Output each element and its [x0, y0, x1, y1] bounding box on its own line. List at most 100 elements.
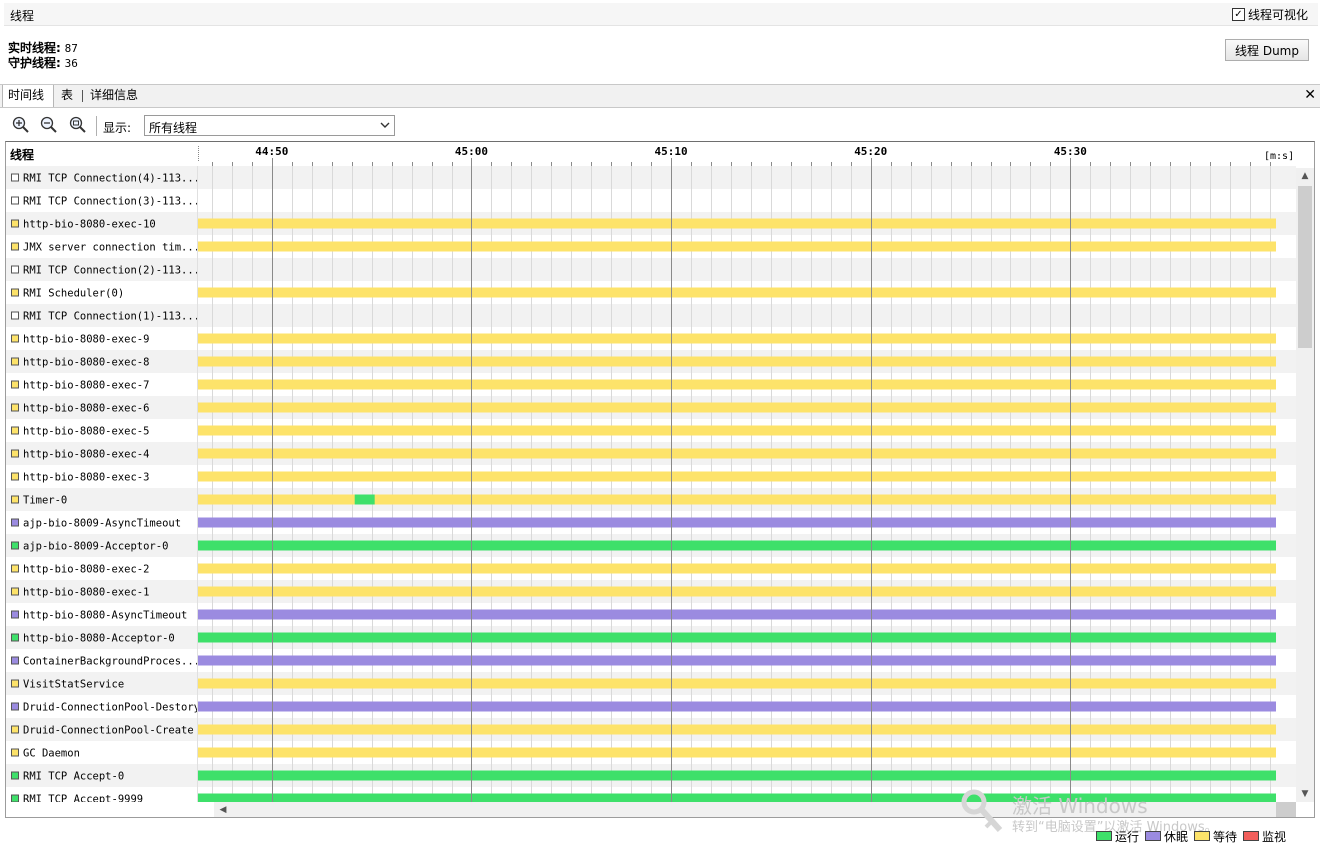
- scroll-up-icon[interactable]: ▲: [1296, 168, 1314, 184]
- thread-state-bar: [198, 540, 1276, 551]
- thread-state-bar: [198, 724, 1276, 735]
- zoom-fit-icon[interactable]: [68, 115, 88, 135]
- panel-title-bar: 线程 ✓ 线程可视化: [4, 3, 1318, 26]
- thread-name[interactable]: ajp-bio-8009-AsyncTimeout: [23, 518, 181, 530]
- thread-name[interactable]: http-bio-8080-exec-7: [23, 380, 149, 392]
- thread-state-swatch: [11, 564, 19, 573]
- thread-name[interactable]: ajp-bio-8009-Acceptor-0: [23, 541, 168, 553]
- legend-sleep-swatch: [1145, 831, 1162, 841]
- thread-state-bar: [198, 701, 1276, 712]
- thread-name[interactable]: RMI TCP Accept-9999: [23, 794, 143, 806]
- thread-column-header: 线程: [10, 147, 34, 162]
- thread-state-bar: [198, 448, 1276, 459]
- thread-dump-button[interactable]: 线程 Dump: [1225, 39, 1309, 61]
- tab-timeline[interactable]: 时间线: [2, 85, 54, 107]
- legend-monitor-label: 监视: [1262, 829, 1287, 844]
- thread-name[interactable]: JMX server connection tim...: [23, 242, 200, 254]
- axis-tick-label: 45:30: [1054, 145, 1087, 158]
- thread-name[interactable]: http-bio-8080-exec-8: [23, 357, 149, 369]
- thread-name[interactable]: http-bio-8080-exec-3: [23, 472, 149, 484]
- thread-state-swatch: [11, 495, 19, 504]
- tab-table[interactable]: 表: [56, 85, 78, 107]
- scroll-left-icon[interactable]: ◀: [216, 802, 230, 817]
- daemon-threads-row: 守护线程: 36: [8, 56, 78, 71]
- timeline-toolbar: 显示: 所有线程: [0, 113, 1320, 139]
- tab-strip: 时间线 表 详细信息 ✕: [0, 84, 1320, 108]
- thread-state-bar: [198, 609, 1276, 620]
- thread-state-bar: [198, 586, 1276, 597]
- thread-state-swatch: [11, 380, 19, 389]
- thread-name[interactable]: Timer-0: [23, 495, 67, 507]
- timeline-panel: 线程 [m:s] RMI TCP Connection(4)-113... RMI T…: [5, 141, 1315, 818]
- thread-state-swatch: [11, 426, 19, 435]
- checkbox-check-icon[interactable]: ✓: [1231, 8, 1245, 21]
- horizontal-scroll-thumb[interactable]: [232, 804, 1272, 816]
- thread-state-bar: [198, 747, 1276, 758]
- thread-state-swatch: [11, 610, 19, 619]
- vertical-scroll-thumb[interactable]: [1298, 186, 1312, 348]
- vertical-scrollbar[interactable]: ▲ ▼: [1296, 168, 1314, 802]
- thread-state-swatch: [11, 334, 19, 343]
- thread-run-segment: [354, 494, 375, 505]
- tab-details[interactable]: 详细信息: [85, 85, 143, 107]
- thread-name[interactable]: RMI TCP Connection(4)-113...: [23, 173, 200, 185]
- thread-state-swatch: [11, 219, 19, 228]
- toolbar-divider: [96, 116, 97, 136]
- show-filter-value: 所有线程: [149, 121, 198, 135]
- thread-state-swatch: [11, 794, 19, 802]
- thread-name[interactable]: http-bio-8080-exec-10: [23, 219, 156, 231]
- thread-state-swatch: [11, 656, 19, 665]
- thread-name[interactable]: http-bio-8080-exec-2: [23, 564, 149, 576]
- thread-name[interactable]: Druid-ConnectionPool-Create: [23, 725, 194, 737]
- horizontal-scrollbar[interactable]: ◀: [214, 802, 1296, 817]
- axis-tick-label: 45:00: [455, 145, 488, 158]
- thread-state-bar: [198, 655, 1276, 666]
- thread-state-swatch: [11, 771, 19, 780]
- thread-name[interactable]: GC Daemon: [23, 748, 80, 760]
- live-threads-value: 87: [64, 42, 78, 55]
- thread-state-swatch: [11, 702, 19, 711]
- thread-name[interactable]: RMI TCP Connection(3)-113...: [23, 196, 200, 208]
- thread-name[interactable]: RMI TCP Connection(2)-113...: [23, 265, 200, 277]
- thread-name[interactable]: http-bio-8080-exec-5: [23, 426, 149, 438]
- live-threads-row: 实时线程: 87: [8, 41, 78, 56]
- axis-tick-label: 45:10: [655, 145, 688, 158]
- show-filter-select[interactable]: 所有线程: [144, 115, 395, 136]
- thread-stats: 实时线程: 87 守护线程: 36: [8, 41, 78, 71]
- thread-state-swatch: [11, 265, 19, 274]
- thread-state-bar: [198, 770, 1276, 781]
- thread-timeline-chart: 线程 [m:s]RMI TCP Connection(4)-113...RMI T…: [6, 142, 1314, 806]
- thread-name[interactable]: http-bio-8080-exec-6: [23, 403, 149, 415]
- zoom-in-icon[interactable]: [11, 115, 31, 135]
- thread-name[interactable]: http-bio-8080-exec-4: [23, 449, 149, 461]
- horizontal-scroll-end[interactable]: [1276, 802, 1296, 817]
- legend-run-label: 运行: [1115, 829, 1140, 844]
- zoom-out-icon[interactable]: [39, 115, 59, 135]
- thread-name[interactable]: RMI TCP Accept-0: [23, 771, 124, 783]
- thread-rows: RMI TCP Connection(4)-113... RMI TCP Conn…: [6, 166, 1296, 806]
- thread-state-bar: [198, 563, 1276, 574]
- thread-state-swatch: [11, 403, 19, 412]
- legend-run-swatch: [1096, 831, 1112, 841]
- legend-sleep: 休眠: [1145, 828, 1188, 845]
- thread-name[interactable]: http-bio-8080-Acceptor-0: [23, 633, 175, 645]
- thread-name[interactable]: RMI Scheduler(0): [23, 288, 124, 300]
- close-icon[interactable]: ✕: [1304, 87, 1316, 103]
- thread-state-swatch: [11, 541, 19, 550]
- thread-name[interactable]: RMI TCP Connection(1)-113...: [23, 311, 200, 323]
- chevron-down-icon: [380, 122, 390, 128]
- legend-monitor: 监视: [1243, 828, 1286, 845]
- thread-name[interactable]: ContainerBackgroundProces...: [23, 656, 200, 668]
- thread-name[interactable]: Druid-ConnectionPool-Destory: [23, 702, 200, 714]
- scroll-down-icon[interactable]: ▼: [1296, 786, 1314, 802]
- thread-name[interactable]: http-bio-8080-AsyncTimeout: [23, 610, 187, 622]
- thread-visualization-checkbox[interactable]: ✓ 线程可视化: [1231, 6, 1308, 23]
- thread-name[interactable]: http-bio-8080-exec-9: [23, 334, 149, 346]
- panel-title: 线程: [10, 9, 35, 23]
- thread-name[interactable]: http-bio-8080-exec-1: [23, 587, 149, 599]
- thread-state-bar: [198, 241, 1276, 252]
- legend-wait: 等待: [1194, 828, 1237, 845]
- axis-tick-label: 45:20: [854, 145, 887, 158]
- daemon-threads-label: 守护线程:: [8, 56, 61, 70]
- thread-name[interactable]: VisitStatService: [23, 679, 124, 691]
